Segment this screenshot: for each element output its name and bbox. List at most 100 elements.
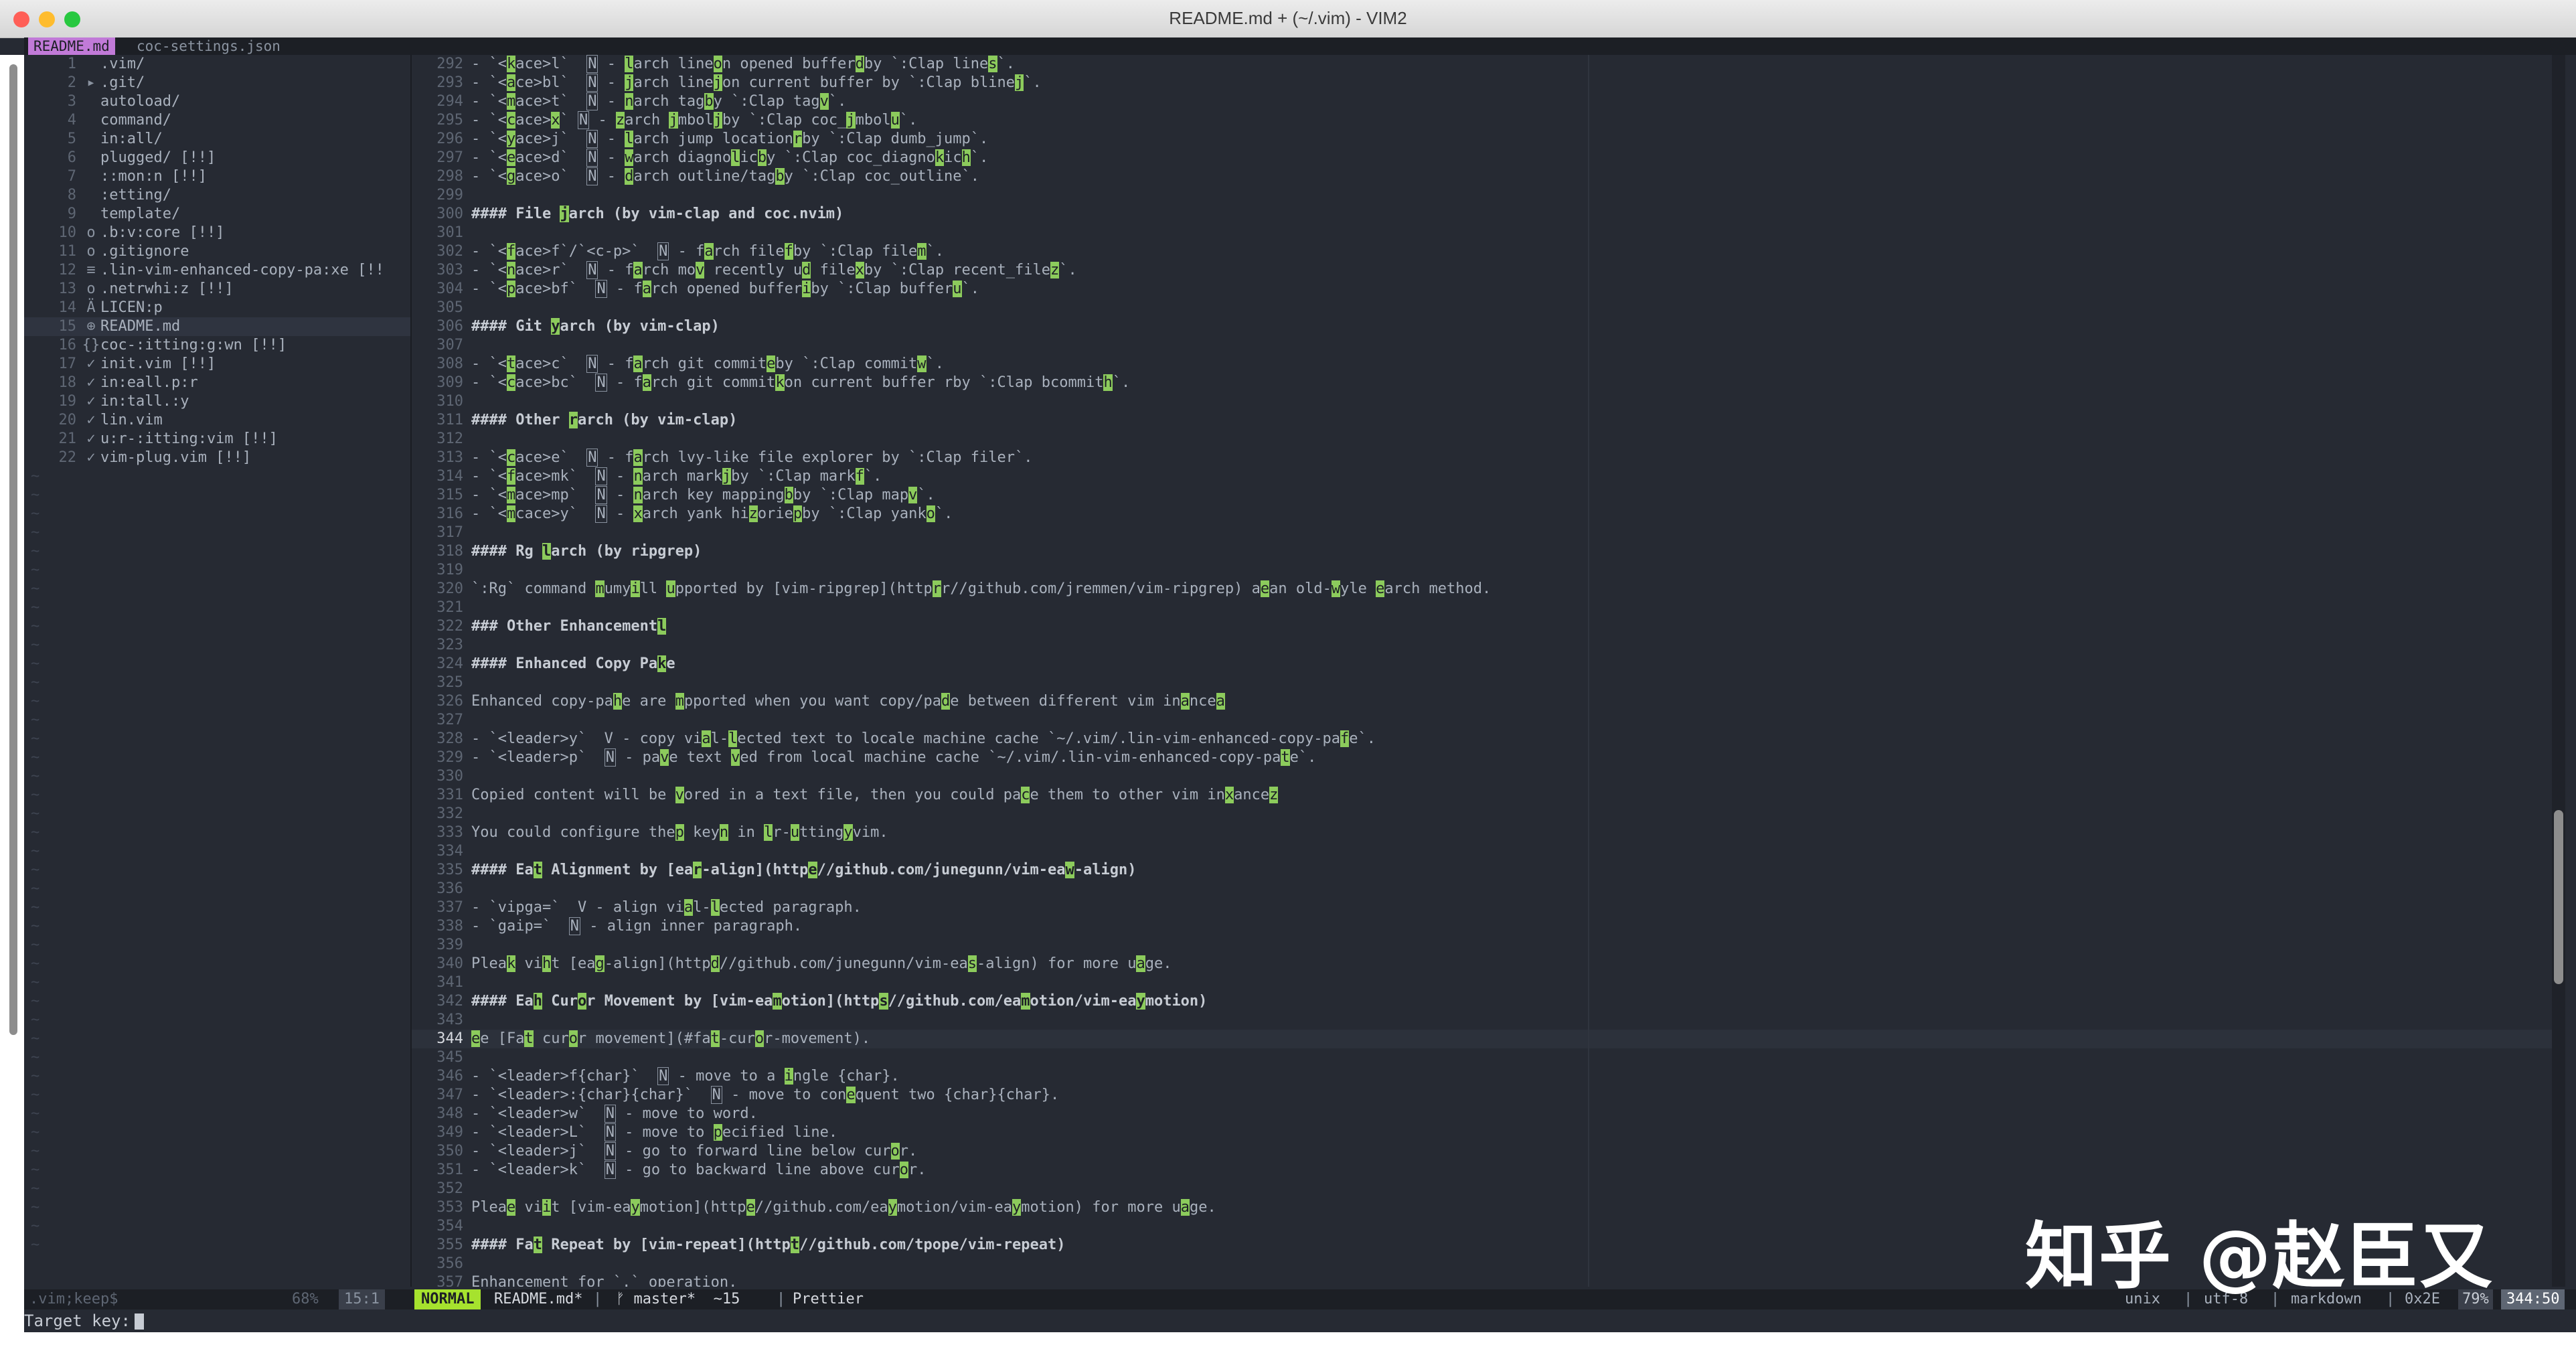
tree-row[interactable]: 11 o .gitignore	[24, 242, 410, 261]
editor-line[interactable]: 295 - `<cace>x` N - zarch jmboljby `:Clap…	[412, 111, 2553, 130]
editor-line[interactable]: 299	[412, 186, 2553, 205]
tree-row[interactable]: 12 ≡ .lin-vim-enhanced-copy-pa:xe [!!	[24, 261, 410, 280]
editor-line[interactable]: 331 Copied content will be vored in a tex…	[412, 786, 2553, 805]
tree-row[interactable]: 3 autoload/	[24, 92, 410, 111]
editor-line[interactable]: 339	[412, 936, 2553, 955]
editor-line[interactable]: 346 - `<leader>f{char}` N - move to a ing…	[412, 1067, 2553, 1086]
editor-line[interactable]: 326 Enhanced copy-pahe are mpported when …	[412, 692, 2553, 711]
line-number: 308	[436, 355, 463, 372]
editor-line[interactable]: 340 Pleak viht [eag-align](httpd//github.…	[412, 955, 2553, 973]
tree-row[interactable]: 5 in:all/	[24, 130, 410, 149]
editor-line[interactable]: 297 - `<eace>d` N - warch diagnolicby `:C…	[412, 149, 2553, 167]
editor-line[interactable]: 317	[412, 524, 2553, 542]
command-line[interactable]: Target key:	[24, 1309, 2576, 1332]
editor-line[interactable]: 293 - `<ace>bl` N - jarch linejon current…	[412, 74, 2553, 92]
editor-line[interactable]: 325	[412, 673, 2553, 692]
tree-row[interactable]: 8:etting/	[24, 186, 410, 205]
tree-row[interactable]: 20 ✓ lin.vim	[24, 411, 410, 430]
editor-line[interactable]: 300 #### File jarch (by vim-clap and coc.…	[412, 205, 2553, 224]
right-scrollbar[interactable]	[2554, 810, 2563, 984]
editor-line[interactable]: 343	[412, 1011, 2553, 1030]
editor-line[interactable]: 316 - `<mcace>y` N - xarch yank hizoriepb…	[412, 505, 2553, 524]
editor-line[interactable]: 347 - `<leader>:{char}{char}` N - move to…	[412, 1086, 2553, 1105]
tab-coc-settings[interactable]: coc-settings.json	[131, 37, 286, 55]
editor-line[interactable]: 320 `:Rg` command mumyill upported by [vi…	[412, 580, 2553, 599]
editor-line[interactable]: 309 - `<cace>bc` N - farch git commitkon …	[412, 374, 2553, 392]
tree-entry-name: coc-:itting:g:wn [!!]	[100, 337, 287, 353]
editor-line[interactable]: 302 - `<face>f`/`<c-p>` N - farch filefby…	[412, 242, 2553, 261]
file-type-icon: ✓	[86, 430, 96, 447]
editor-line[interactable]: 352	[412, 1180, 2553, 1198]
editor-line[interactable]: 350 - `<leader>j` N - go to forward line …	[412, 1142, 2553, 1161]
tree-row[interactable]: 6 plugged/ [!!]	[24, 149, 410, 167]
editor-line[interactable]: 334	[412, 842, 2553, 861]
editor-line[interactable]: 304 - `<pace>bf` N - farch opened bufferi…	[412, 280, 2553, 299]
tree-row[interactable]: 13 o .netrwhi:z [!!]	[24, 280, 410, 299]
editor-line[interactable]: 311 #### Other rarch (by vim-clap)	[412, 411, 2553, 430]
editor-line[interactable]: 301	[412, 224, 2553, 242]
tree-row[interactable]: 9 template/	[24, 205, 410, 224]
tree-row[interactable]: 17 ✓ init.vim [!!]	[24, 355, 410, 374]
line-text: - `<leader>L` N - move to pecified line.	[471, 1123, 838, 1141]
editor-line[interactable]: 338 - `gaip=` N - align inner paragraph.	[412, 917, 2553, 936]
tree-row[interactable]: 19 ✓ in:tall.:y	[24, 392, 410, 411]
editor-line[interactable]: 328 - `<leader>y` V - copy vial-lected te…	[412, 730, 2553, 748]
editor-line[interactable]: 292 - `<kace>l` N - larch lineon opened b…	[412, 55, 2553, 74]
editor-line[interactable]: 342 #### Eah Curor Movement by [vim-eamot…	[412, 992, 2553, 1011]
git-branch: ᚠ master* ~15	[616, 1291, 740, 1307]
editor-line[interactable]: 296 - `<yace>j` N - larch jump locationrb…	[412, 130, 2553, 149]
editor-line[interactable]: 344 ee [Fat curor movement](#fat-curor-mo…	[412, 1030, 2553, 1048]
editor-line[interactable]: 337 - `vipga=` V - align vial-lected para…	[412, 898, 2553, 917]
line-number: 8	[67, 187, 76, 204]
tree-row[interactable]: 2 ▸ .git/	[24, 74, 410, 92]
editor-line[interactable]: 332	[412, 805, 2553, 823]
editor-line[interactable]: 336	[412, 880, 2553, 898]
editor-line[interactable]: 324 #### Enhanced Copy Pake	[412, 655, 2553, 673]
tree-row[interactable]: 4 command/	[24, 111, 410, 130]
tree-row[interactable]: 10 o .b:v:core [!!]	[24, 224, 410, 242]
editor-line[interactable]: 306 #### Git yarch (by vim-clap)	[412, 317, 2553, 336]
tree-entry-name: autoload/	[100, 93, 181, 110]
editor-line[interactable]: 323	[412, 636, 2553, 655]
editor-pane[interactable]: 292 - `<kace>l` N - larch lineon opened b…	[410, 55, 2553, 1287]
editor-line[interactable]: 329 - `<leader>p` N - pave text ved from …	[412, 748, 2553, 767]
tree-row[interactable]: 1 .vim/	[24, 55, 410, 74]
line-text: #### File jarch (by vim-clap and coc.nvi…	[471, 206, 844, 222]
left-scrollbar[interactable]	[9, 64, 17, 1035]
tree-entry-name: in:all/	[100, 131, 163, 147]
editor-line[interactable]: 298 - `<gace>o` N - darch outline/tagby `…	[412, 167, 2553, 186]
editor-line[interactable]: 313 - `<cace>e` N - farch lvy-like file e…	[412, 449, 2553, 467]
editor-line[interactable]: 307	[412, 336, 2553, 355]
editor-line[interactable]: 312	[412, 430, 2553, 449]
editor-line[interactable]: 333 You could configure thep keyn in lr-u…	[412, 823, 2553, 842]
empty-line-marker: ~	[31, 862, 40, 878]
tree-row[interactable]: 14 Ä LICEN:p	[24, 299, 410, 317]
tab-readme[interactable]: README.md	[28, 37, 115, 55]
editor-line[interactable]: 348 - `<leader>w` N - move to word.	[412, 1105, 2553, 1123]
tree-row[interactable]: 22 ✓ vim-plug.vim [!!]	[24, 449, 410, 467]
tree-row[interactable]: 21 ✓ u:r-:itting:vim [!!]	[24, 430, 410, 449]
editor-line[interactable]: 308 - `<tace>c` N - farch git commiteby `…	[412, 355, 2553, 374]
editor-line[interactable]: 315 - `<mace>mp` N - narch key mappingbby…	[412, 486, 2553, 505]
tree-row[interactable]: 15 ⊕ README.md	[24, 317, 410, 336]
tree-row[interactable]: 7::mon:n [!!]	[24, 167, 410, 186]
editor-line[interactable]: 303 - `<nace>r` N - farch mov recently ud…	[412, 261, 2553, 280]
editor-line[interactable]: 314 - `<face>mk` N - narch markjby `:Clap…	[412, 467, 2553, 486]
editor-line[interactable]: 305	[412, 299, 2553, 317]
editor-line[interactable]: 310	[412, 392, 2553, 411]
editor-line[interactable]: 319	[412, 561, 2553, 580]
editor-line[interactable]: 294 - `<mace>t` N - narch tagby `:Clap ta…	[412, 92, 2553, 111]
editor-line[interactable]: 351 - `<leader>k` N - go to backward line…	[412, 1161, 2553, 1180]
editor-line[interactable]: 341	[412, 973, 2553, 992]
line-text: - `<tace>c` N - farch git commiteby `:Cl…	[471, 355, 945, 373]
editor-line[interactable]: 330	[412, 767, 2553, 786]
editor-line[interactable]: 321	[412, 599, 2553, 617]
editor-line[interactable]: 322 ### Other Enhancementl	[412, 617, 2553, 636]
tree-row[interactable]: 18 ✓ in:eall.p:r	[24, 374, 410, 392]
editor-line[interactable]: 327	[412, 711, 2553, 730]
editor-line[interactable]: 318 #### Rg larch (by ripgrep)	[412, 542, 2553, 561]
editor-line[interactable]: 349 - `<leader>L` N - move to pecified li…	[412, 1123, 2553, 1142]
tree-row[interactable]: 16 {}coc-:itting:g:wn [!!]	[24, 336, 410, 355]
editor-line[interactable]: 345	[412, 1048, 2553, 1067]
editor-line[interactable]: 335 #### Eat Alignment by [ear-align](htt…	[412, 861, 2553, 880]
